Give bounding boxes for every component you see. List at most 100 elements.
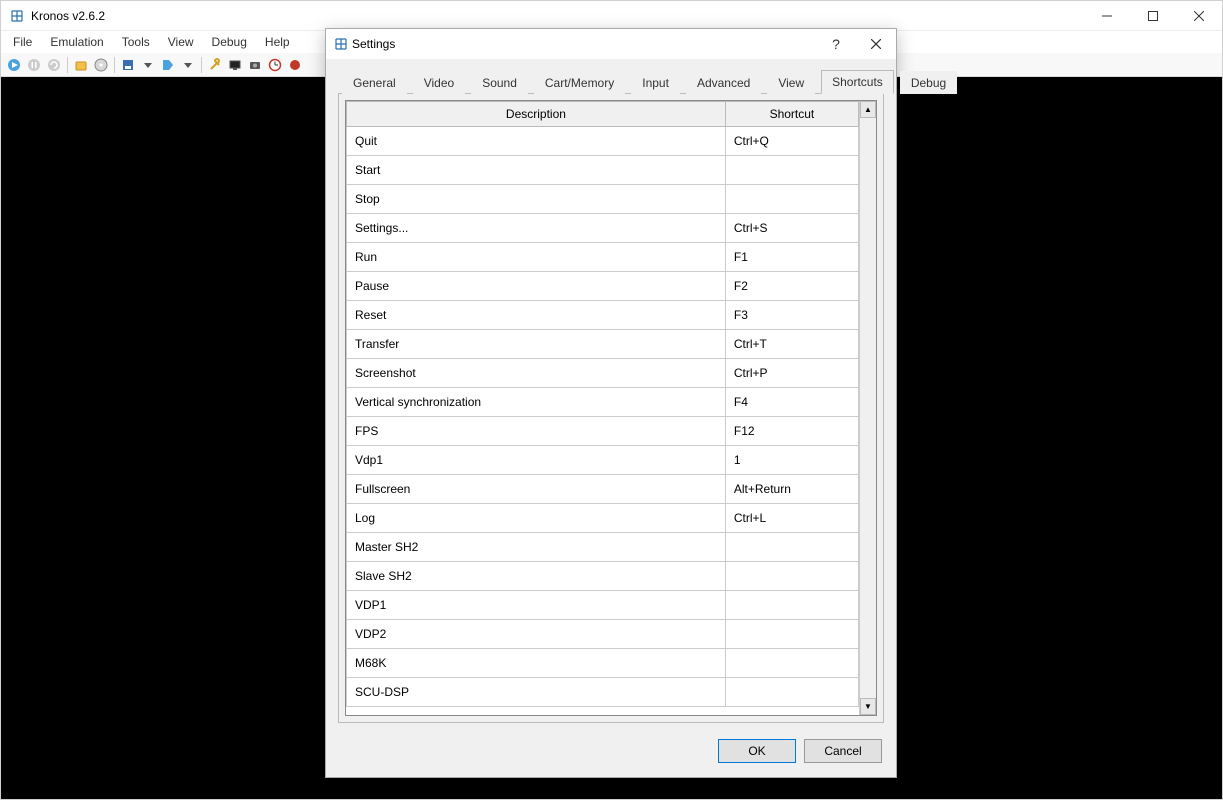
clock-icon[interactable]	[266, 56, 284, 74]
tab-shortcuts[interactable]: Shortcuts	[821, 70, 894, 94]
table-row[interactable]: RunF1	[347, 243, 859, 272]
table-row[interactable]: Stop	[347, 185, 859, 214]
tab-sound[interactable]: Sound	[471, 71, 528, 94]
cell-description[interactable]: Stop	[347, 185, 726, 214]
maximize-button[interactable]	[1130, 1, 1176, 31]
disc-icon[interactable]	[92, 56, 110, 74]
pause-icon[interactable]	[25, 56, 43, 74]
cancel-button[interactable]: Cancel	[804, 739, 882, 763]
menu-view[interactable]: View	[160, 33, 202, 51]
cell-shortcut[interactable]: Ctrl+T	[725, 330, 858, 359]
menu-tools[interactable]: Tools	[114, 33, 158, 51]
table-row[interactable]: FPSF12	[347, 417, 859, 446]
cell-shortcut[interactable]: Ctrl+P	[725, 359, 858, 388]
cell-description[interactable]: Reset	[347, 301, 726, 330]
header-description[interactable]: Description	[347, 102, 726, 127]
cell-description[interactable]: M68K	[347, 649, 726, 678]
table-row[interactable]: TransferCtrl+T	[347, 330, 859, 359]
cell-description[interactable]: Run	[347, 243, 726, 272]
cell-description[interactable]: FPS	[347, 417, 726, 446]
cell-description[interactable]: Slave SH2	[347, 562, 726, 591]
cell-shortcut[interactable]: Ctrl+L	[725, 504, 858, 533]
cell-shortcut[interactable]: Ctrl+S	[725, 214, 858, 243]
table-row[interactable]: Vertical synchronizationF4	[347, 388, 859, 417]
menu-emulation[interactable]: Emulation	[42, 33, 111, 51]
dropdown-icon[interactable]	[179, 56, 197, 74]
cell-description[interactable]: Log	[347, 504, 726, 533]
menu-help[interactable]: Help	[257, 33, 298, 51]
table-row[interactable]: Master SH2	[347, 533, 859, 562]
ok-button[interactable]: OK	[718, 739, 796, 763]
tab-debug[interactable]: Debug	[900, 71, 957, 94]
help-button[interactable]: ?	[816, 29, 856, 59]
scroll-track[interactable]	[860, 118, 876, 698]
cell-shortcut[interactable]	[725, 562, 858, 591]
table-row[interactable]: QuitCtrl+Q	[347, 127, 859, 156]
table-row[interactable]: ScreenshotCtrl+P	[347, 359, 859, 388]
menu-file[interactable]: File	[5, 33, 40, 51]
tab-cart-memory[interactable]: Cart/Memory	[534, 71, 625, 94]
cell-description[interactable]: Settings...	[347, 214, 726, 243]
tab-view[interactable]: View	[767, 71, 815, 94]
cell-description[interactable]: Start	[347, 156, 726, 185]
tab-video[interactable]: Video	[413, 71, 465, 94]
table-row[interactable]: Vdp11	[347, 446, 859, 475]
cell-shortcut[interactable]	[725, 156, 858, 185]
table-row[interactable]: PauseF2	[347, 272, 859, 301]
cell-description[interactable]: Vdp1	[347, 446, 726, 475]
table-row[interactable]: SCU-DSP	[347, 678, 859, 707]
menu-debug[interactable]: Debug	[204, 33, 255, 51]
scroll-down-icon[interactable]: ▼	[860, 698, 876, 715]
cell-shortcut[interactable]: F3	[725, 301, 858, 330]
table-row[interactable]: Start	[347, 156, 859, 185]
table-row[interactable]: VDP1	[347, 591, 859, 620]
cell-description[interactable]: Master SH2	[347, 533, 726, 562]
cell-shortcut[interactable]: Ctrl+Q	[725, 127, 858, 156]
cell-shortcut[interactable]	[725, 620, 858, 649]
record-icon[interactable]	[286, 56, 304, 74]
scroll-up-icon[interactable]: ▲	[860, 101, 876, 118]
cell-description[interactable]: Vertical synchronization	[347, 388, 726, 417]
tab-input[interactable]: Input	[631, 71, 680, 94]
cell-description[interactable]: VDP2	[347, 620, 726, 649]
camera-icon[interactable]	[246, 56, 264, 74]
wrench-icon[interactable]	[206, 56, 224, 74]
tab-advanced[interactable]: Advanced	[686, 71, 761, 94]
open-icon[interactable]	[72, 56, 90, 74]
close-button[interactable]	[1176, 1, 1222, 31]
cell-shortcut[interactable]	[725, 649, 858, 678]
save-icon[interactable]	[119, 56, 137, 74]
cell-shortcut[interactable]	[725, 185, 858, 214]
monitor-icon[interactable]	[226, 56, 244, 74]
vertical-scrollbar[interactable]: ▲ ▼	[859, 101, 876, 715]
table-row[interactable]: Settings...Ctrl+S	[347, 214, 859, 243]
header-shortcut[interactable]: Shortcut	[725, 102, 858, 127]
minimize-button[interactable]	[1084, 1, 1130, 31]
table-row[interactable]: ResetF3	[347, 301, 859, 330]
table-row[interactable]: FullscreenAlt+Return	[347, 475, 859, 504]
cell-shortcut[interactable]: 1	[725, 446, 858, 475]
cell-shortcut[interactable]: F2	[725, 272, 858, 301]
cell-description[interactable]: Screenshot	[347, 359, 726, 388]
tab-general[interactable]: General	[342, 71, 407, 94]
cell-description[interactable]: Transfer	[347, 330, 726, 359]
cell-description[interactable]: Quit	[347, 127, 726, 156]
table-row[interactable]: VDP2	[347, 620, 859, 649]
tag-icon[interactable]	[159, 56, 177, 74]
dialog-close-button[interactable]	[856, 29, 896, 59]
cell-shortcut[interactable]: F4	[725, 388, 858, 417]
cell-description[interactable]: VDP1	[347, 591, 726, 620]
cell-shortcut[interactable]: F12	[725, 417, 858, 446]
table-row[interactable]: Slave SH2	[347, 562, 859, 591]
cell-shortcut[interactable]	[725, 533, 858, 562]
cell-description[interactable]: Pause	[347, 272, 726, 301]
table-row[interactable]: LogCtrl+L	[347, 504, 859, 533]
cell-shortcut[interactable]: Alt+Return	[725, 475, 858, 504]
cell-shortcut[interactable]	[725, 591, 858, 620]
dropdown-icon[interactable]	[139, 56, 157, 74]
play-icon[interactable]	[5, 56, 23, 74]
reset-icon[interactable]	[45, 56, 63, 74]
cell-shortcut[interactable]: F1	[725, 243, 858, 272]
cell-description[interactable]: Fullscreen	[347, 475, 726, 504]
cell-shortcut[interactable]	[725, 678, 858, 707]
